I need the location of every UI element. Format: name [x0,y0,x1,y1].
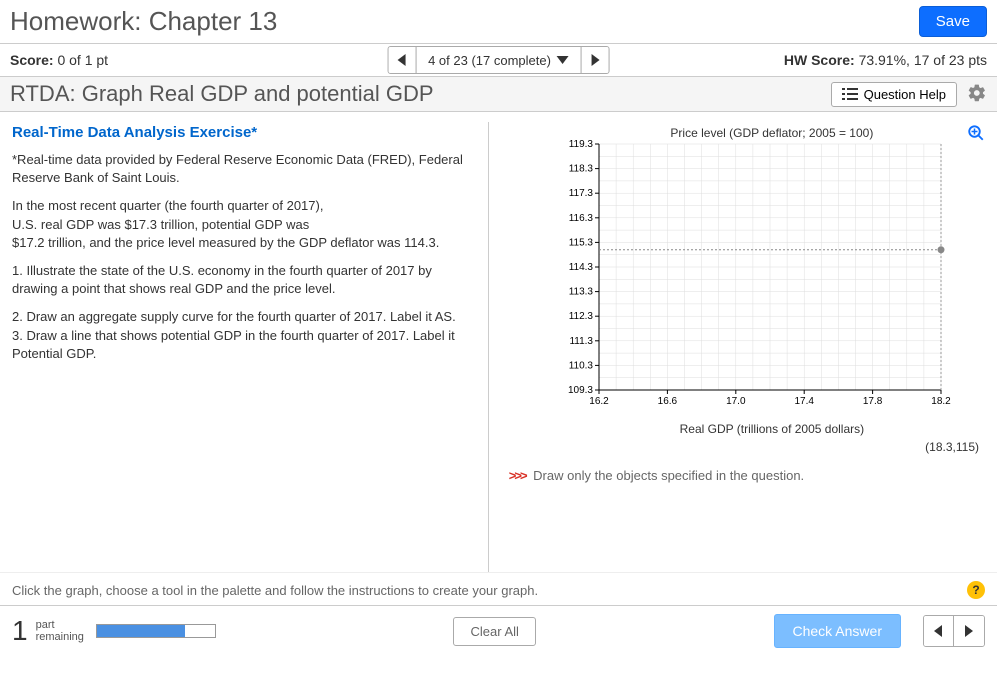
svg-text:111.3: 111.3 [569,336,593,347]
footer-next-button[interactable] [954,616,984,646]
svg-text:112.3: 112.3 [568,311,593,322]
score-display: Score: 0 of 1 pt [10,52,108,68]
homework-title: Homework: Chapter 13 [10,6,277,37]
arrow-icon: >>> [509,468,526,483]
hw-score-value: 73.91%, 17 of 23 pts [859,52,987,68]
svg-text:115.3: 115.3 [568,237,593,248]
svg-text:17.8: 17.8 [863,396,883,407]
question-nav-dropdown[interactable]: 4 of 23 (17 complete) [416,47,581,73]
footer-nav [923,615,985,647]
question-nav: 4 of 23 (17 complete) [387,46,610,74]
source-note: *Real-time data provided by Federal Rese… [12,151,474,187]
footer-prev-button[interactable] [924,616,954,646]
triangle-right-icon [591,54,599,66]
part-label: part remaining [36,619,84,643]
svg-text:116.3: 116.3 [568,213,593,224]
hw-score-display: HW Score: 73.91%, 17 of 23 pts [784,52,987,68]
footer-row: 1 part remaining Clear All Check Answer [0,605,997,656]
svg-text:17.0: 17.0 [726,396,746,407]
x-axis-label: Real GDP (trillions of 2005 dollars) [559,422,985,436]
hint-row: Click the graph, choose a tool in the pa… [0,572,997,605]
svg-text:117.3: 117.3 [568,188,593,199]
hw-score-label: HW Score: [784,52,855,68]
question-text-panel: Real-Time Data Analysis Exercise* *Real-… [12,122,489,572]
question-bar: RTDA: Graph Real GDP and potential GDP Q… [0,77,997,112]
svg-text:110.3: 110.3 [568,360,593,371]
svg-text:118.3: 118.3 [568,164,593,175]
score-row: Score: 0 of 1 pt 4 of 23 (17 complete) H… [0,44,997,77]
parts-remaining: 1 part remaining [12,615,84,647]
progress-fill [97,625,186,637]
exercise-heading: Real-Time Data Analysis Exercise* [12,122,474,143]
svg-text:17.4: 17.4 [794,396,814,407]
score-label: Score: [10,52,54,68]
question-help-button[interactable]: Question Help [831,82,957,107]
hint-text: Click the graph, choose a tool in the pa… [12,583,538,598]
svg-text:114.3: 114.3 [568,262,593,273]
gear-icon [967,83,987,103]
next-question-button[interactable] [581,47,609,73]
triangle-left-icon [398,54,406,66]
svg-text:113.3: 113.3 [568,287,593,298]
nav-position-label: 4 of 23 (17 complete) [428,53,551,68]
clear-all-button[interactable]: Clear All [453,617,535,646]
svg-text:18.2: 18.2 [931,396,951,407]
graph-canvas[interactable]: 109.3 110.3 111.3 112.3 113.3 114.3 115.3 116.3… [559,130,959,420]
triangle-left-icon [934,625,942,637]
context-paragraph: In the most recent quarter (the fourth q… [12,197,474,252]
instruction-3: 3. Draw a line that shows potential GDP … [12,327,474,363]
instruction-1: 1. Illustrate the state of the U.S. econ… [12,262,474,298]
triangle-right-icon [965,625,973,637]
svg-text:109.3: 109.3 [568,385,593,396]
draw-instruction: >>> Draw only the objects specified in t… [509,468,985,483]
zoom-button[interactable] [967,124,985,145]
chevron-down-icon [557,56,569,64]
svg-text:16.6: 16.6 [657,396,677,407]
graph-panel: Price level (GDP deflator; 2005 = 100) 1… [489,122,985,572]
chart-container: Price level (GDP deflator; 2005 = 100) 1… [559,130,985,454]
score-value: 0 of 1 pt [57,52,108,68]
svg-text:16.2: 16.2 [589,396,609,407]
question-help-label: Question Help [864,87,946,102]
save-button[interactable]: Save [919,6,987,37]
chart-title: Price level (GDP deflator; 2005 = 100) [670,126,873,140]
magnify-plus-icon [967,124,985,142]
header-row: Homework: Chapter 13 Save [0,0,997,44]
question-title: RTDA: Graph Real GDP and potential GDP [10,81,434,107]
progress-bar [96,624,216,638]
check-answer-button[interactable]: Check Answer [774,614,901,648]
content-area: Real-Time Data Analysis Exercise* *Real-… [0,112,997,572]
part-number: 1 [12,615,28,647]
list-icon [842,88,858,100]
draw-instruction-text: Draw only the objects specified in the q… [533,468,804,483]
cursor-coordinates: (18.3,115) [559,440,985,454]
instruction-2: 2. Draw an aggregate supply curve for th… [12,308,474,326]
svg-text:119.3: 119.3 [568,139,593,150]
settings-button[interactable] [967,83,987,106]
prev-question-button[interactable] [388,47,416,73]
help-button[interactable]: ? [967,581,985,599]
